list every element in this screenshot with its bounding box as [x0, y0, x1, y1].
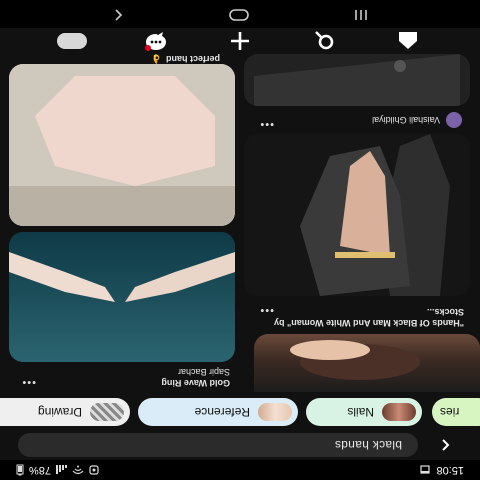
chip-series[interactable]: ries	[432, 398, 480, 426]
home-circle-icon[interactable]	[228, 6, 250, 23]
hand-photo	[244, 134, 470, 296]
chip-label: Drawing	[37, 405, 82, 419]
wifi-icon	[72, 465, 84, 475]
recents-icon[interactable]	[354, 7, 368, 22]
chip-nails[interactable]: Nails	[306, 398, 422, 426]
more-options-button[interactable]: •••	[259, 304, 274, 316]
chip-label: Nails	[347, 405, 374, 419]
screenshot-icon	[89, 465, 99, 475]
search-row: black hands	[0, 432, 480, 458]
hand-photo	[244, 54, 470, 106]
bottom-navigation	[0, 28, 480, 54]
filter-chips: ries Nails Reference Drawing	[0, 398, 480, 426]
pin-image-left-top[interactable]	[254, 334, 480, 392]
status-bar: 15:08 78%	[0, 460, 480, 480]
battery-icon	[16, 464, 24, 476]
more-options-button[interactable]: •••	[259, 118, 274, 130]
system-navigation-bar	[0, 0, 480, 28]
avatar	[446, 112, 462, 128]
nav-search[interactable]	[308, 29, 340, 53]
nav-create[interactable]	[224, 29, 256, 53]
search-input[interactable]: black hands	[18, 433, 418, 457]
hand-photo	[9, 64, 235, 226]
screen: 15:08 78% black hands ries Nails Referen…	[0, 0, 480, 480]
pin-title: Gold Wave Ring Sapir Bachar	[161, 367, 230, 388]
back-arrow-icon	[442, 439, 450, 451]
pin-image-right-bottom[interactable]	[9, 64, 235, 226]
pin-image-right-top[interactable]	[9, 232, 235, 362]
pin-author: Vaishali Ghildiyal	[372, 112, 462, 128]
pin-title: perfect hand 👌	[150, 54, 220, 64]
ok-hand-emoji: 👌	[150, 54, 162, 64]
chat-icon	[145, 32, 166, 51]
plus-icon	[231, 32, 249, 50]
hand-photo	[290, 340, 420, 380]
chip-reference[interactable]: Reference	[138, 398, 298, 426]
home-icon	[399, 32, 417, 49]
pin-image-left-bottom[interactable]	[244, 54, 470, 106]
calendar-icon	[420, 465, 431, 474]
nav-profile[interactable]	[56, 29, 88, 53]
chip-drawing[interactable]: Drawing	[0, 398, 130, 426]
chip-label: Reference	[194, 405, 250, 419]
pin-title: "Hands Of Black Man And White Woman" by …	[273, 307, 464, 328]
more-options-button[interactable]: •••	[21, 376, 36, 388]
nav-home[interactable]	[392, 29, 424, 53]
search-query-text: black hands	[334, 438, 402, 452]
chip-thumbnail	[382, 403, 416, 421]
back-button[interactable]	[434, 434, 456, 456]
status-time: 15:08	[436, 464, 464, 476]
search-icon	[315, 31, 334, 50]
chip-label: ries	[440, 405, 460, 419]
hand-photo	[9, 232, 235, 362]
nav-messages[interactable]	[140, 29, 172, 53]
signal-icon	[56, 465, 68, 475]
system-back-icon[interactable]	[112, 7, 124, 22]
pin-image-left-middle[interactable]	[244, 134, 470, 296]
battery-percentage: 78%	[29, 464, 52, 476]
chip-thumbnail	[258, 403, 292, 421]
chip-thumbnail	[90, 403, 124, 421]
profile-avatar	[57, 33, 87, 49]
